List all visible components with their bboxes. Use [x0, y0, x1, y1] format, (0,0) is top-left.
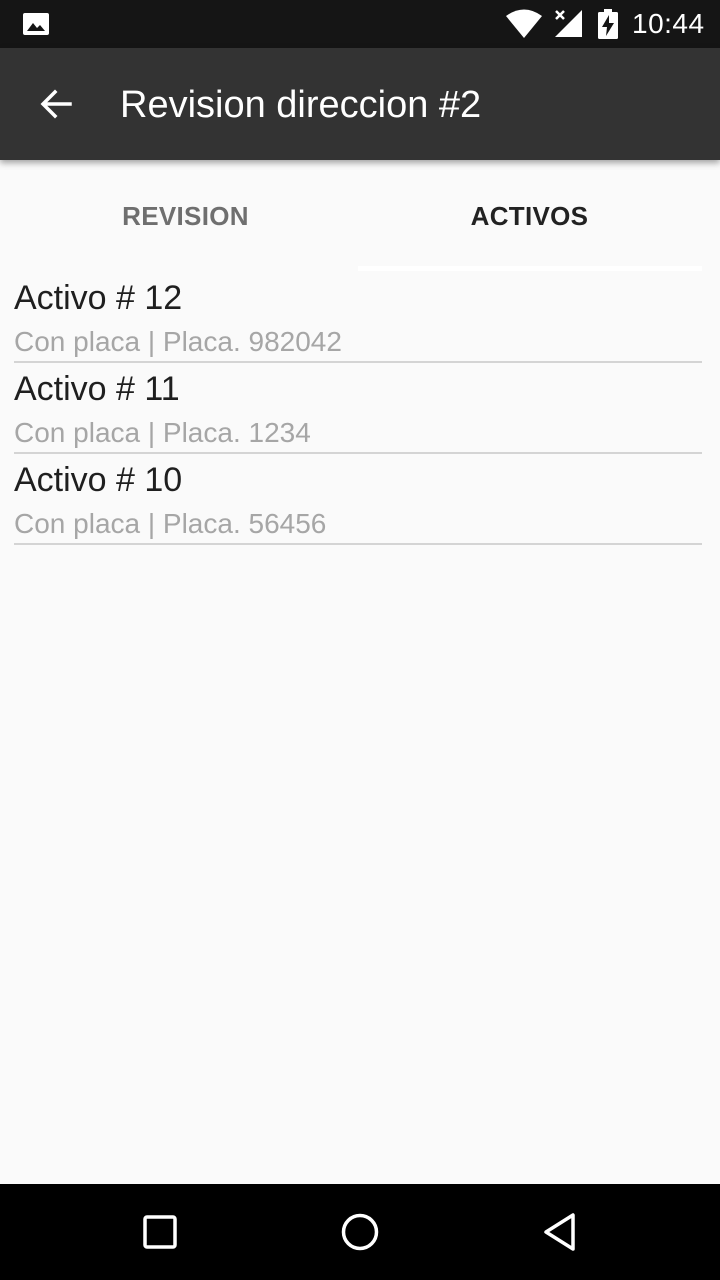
list-item-title: Activo # 12	[14, 279, 183, 317]
recents-button[interactable]	[130, 1202, 190, 1262]
home-button[interactable]	[330, 1202, 390, 1262]
back-nav-button[interactable]	[530, 1202, 590, 1262]
recents-icon	[143, 1215, 177, 1249]
list-item-subtitle: Con placa | Placa. 1234	[14, 417, 311, 448]
list-item-title: Activo # 10	[14, 461, 183, 499]
gallery-icon	[23, 13, 49, 35]
status-bar: 10:44	[0, 0, 720, 48]
tab-revision[interactable]: REVISION	[14, 160, 357, 272]
navigation-bar	[0, 1184, 720, 1280]
tab-activos[interactable]: ACTIVOS	[358, 160, 701, 272]
list-item-title: Activo # 11	[14, 370, 180, 408]
arrow-back-icon	[40, 89, 72, 119]
tab-bar: REVISION ACTIVOS	[0, 160, 720, 272]
list-item[interactable]: Activo # 10 Con placa | Placa. 56456	[14, 454, 702, 545]
activos-list: Activo # 12 Con placa | Placa. 982042 Ac…	[14, 272, 702, 545]
list-item-subtitle: Con placa | Placa. 982042	[14, 326, 342, 357]
signal-icon	[555, 10, 582, 37]
list-item-subtitle: Con placa | Placa. 56456	[14, 508, 327, 539]
back-icon	[544, 1213, 575, 1251]
list-item[interactable]: Activo # 11 Con placa | Placa. 1234	[14, 363, 702, 454]
status-clock: 10:44	[632, 8, 705, 39]
wifi-icon	[506, 9, 542, 38]
app-bar: Revision direccion #2	[0, 48, 720, 160]
list-item[interactable]: Activo # 12 Con placa | Placa. 982042	[14, 272, 702, 363]
battery-charging-icon	[598, 9, 618, 39]
home-icon	[341, 1213, 379, 1251]
back-button[interactable]	[20, 68, 92, 140]
tab-indicator	[358, 266, 702, 271]
page-title: Revision direccion #2	[120, 84, 482, 126]
